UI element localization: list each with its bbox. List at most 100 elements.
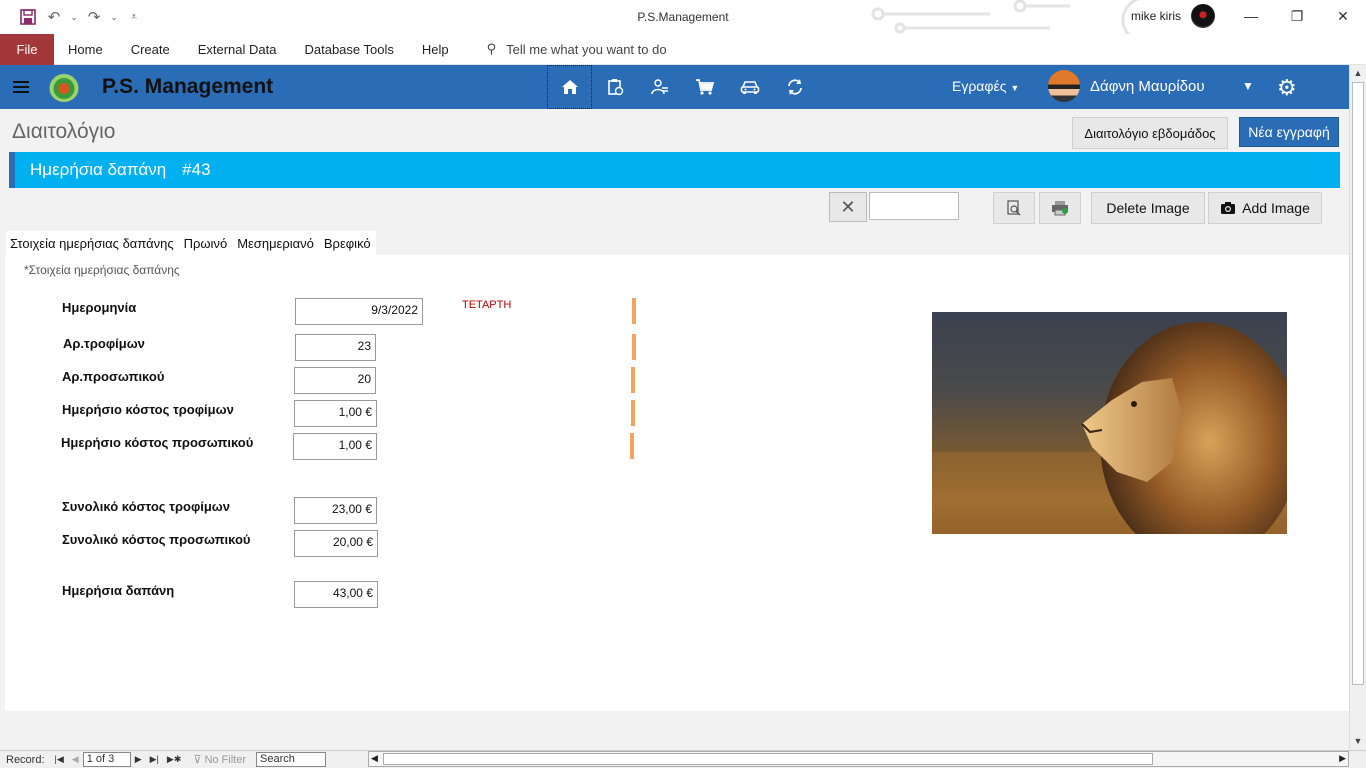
- customize-toolbar-icon[interactable]: ⩡: [124, 7, 144, 27]
- staff-count-field[interactable]: 20: [294, 367, 376, 394]
- next-record-icon[interactable]: ▶: [135, 754, 142, 765]
- children-count-field[interactable]: 23: [295, 334, 376, 361]
- daily-expense-field[interactable]: 43,00 €: [294, 581, 378, 608]
- undo-icon[interactable]: ↶: [44, 7, 64, 27]
- tab-database-tools[interactable]: Database Tools: [290, 42, 407, 57]
- cart-icon[interactable]: [682, 65, 727, 109]
- date-label: Ημερομηνία: [62, 300, 137, 315]
- section-title: *Στοιχεία ημερήσιας δαπάνης: [24, 263, 180, 277]
- total-staff-cost-field[interactable]: 20,00 €: [294, 530, 378, 557]
- printer-icon: [1052, 201, 1068, 216]
- app-header: P.S. Management Εγραφές ▼ Δάφνη Μαυρίδου…: [0, 65, 1349, 109]
- tab-lunch[interactable]: Μεσημεριανό: [232, 236, 319, 251]
- undo-dropdown-icon[interactable]: ⌄: [70, 7, 78, 27]
- total-children-cost-field[interactable]: 23,00 €: [294, 497, 377, 524]
- banner-title: Ημερήσια δαπάνη: [30, 160, 167, 179]
- last-record-icon[interactable]: ▶|: [150, 754, 159, 765]
- banner-record-id: #43: [182, 160, 211, 179]
- scroll-left-icon[interactable]: ◀: [371, 753, 378, 764]
- daily-staff-cost-label: Ημερήσιο κόστος προσωπικού: [61, 435, 254, 450]
- save-icon[interactable]: [18, 7, 38, 27]
- horizontal-scrollbar-thumb[interactable]: [383, 753, 1153, 765]
- nav-icons: [547, 65, 817, 109]
- title-bar: ↶ ⌄ ↷ ⌄ ⩡ P.S.Management mike kiris — ❐ …: [0, 0, 1366, 34]
- record-position-field[interactable]: 1 of 3: [82, 752, 131, 767]
- search-input[interactable]: [869, 192, 959, 220]
- user-name: Δάφνη Μαυρίδου: [1090, 77, 1205, 95]
- preview-button[interactable]: [993, 192, 1035, 224]
- circuit-decoration-icon: [871, 0, 1150, 34]
- scroll-up-icon[interactable]: ▲: [1350, 65, 1366, 82]
- scroll-right-icon[interactable]: ▶: [1339, 753, 1346, 764]
- clipboard-check-icon[interactable]: [592, 65, 637, 109]
- divider-bar: [630, 433, 634, 459]
- divider-bar: [631, 400, 635, 426]
- tab-daily-expense-details[interactable]: Στοιχεία ημερήσιας δαπάνης: [6, 236, 179, 251]
- day-name: ΤΕΤΑΡΤΗ: [462, 299, 512, 311]
- user-list-icon[interactable]: [637, 65, 682, 109]
- scroll-down-icon[interactable]: ▼: [1350, 733, 1366, 750]
- tab-external-data[interactable]: External Data: [184, 42, 291, 57]
- camera-icon: [1221, 202, 1236, 214]
- filter-icon[interactable]: ⊽: [193, 753, 201, 766]
- document-search-icon: [1007, 200, 1021, 216]
- gear-icon[interactable]: ⚙: [1277, 75, 1297, 101]
- vertical-scrollbar[interactable]: ▲ ▼: [1349, 65, 1366, 750]
- add-image-button[interactable]: Add Image: [1208, 192, 1322, 224]
- tab-help[interactable]: Help: [408, 42, 463, 57]
- divider-bar: [631, 367, 635, 393]
- home-icon[interactable]: [547, 65, 592, 109]
- user-profile[interactable]: Δάφνη Μαυρίδου: [1048, 70, 1205, 102]
- car-icon[interactable]: [727, 65, 772, 109]
- clear-search-button[interactable]: ✕: [829, 192, 867, 222]
- new-record-button[interactable]: Νέα εγγραφή: [1239, 117, 1339, 147]
- redo-dropdown-icon[interactable]: ⌄: [110, 7, 118, 27]
- refresh-icon[interactable]: [772, 65, 817, 109]
- first-record-icon[interactable]: |◀: [55, 754, 64, 765]
- tab-breakfast[interactable]: Πρωινό: [179, 236, 233, 251]
- user-menu-caret-icon[interactable]: ▼: [1242, 79, 1254, 93]
- print-button[interactable]: [1039, 192, 1081, 224]
- restore-icon[interactable]: ❐: [1274, 0, 1320, 32]
- daily-children-cost-field[interactable]: 1,00 €: [294, 400, 377, 427]
- records-menu-label: Εγραφές: [952, 78, 1007, 94]
- close-icon: ✕: [840, 196, 856, 217]
- minimize-icon[interactable]: —: [1228, 0, 1274, 32]
- add-image-label: Add Image: [1242, 200, 1310, 216]
- account-area[interactable]: mike kiris: [1131, 4, 1215, 28]
- no-filter-label[interactable]: No Filter: [204, 754, 246, 766]
- tab-home[interactable]: Home: [54, 42, 117, 57]
- ribbon: File Home Create External Data Database …: [0, 33, 1366, 65]
- delete-image-button[interactable]: Delete Image: [1091, 192, 1205, 224]
- records-menu[interactable]: Εγραφές ▼: [952, 78, 1019, 94]
- total-children-cost-label: Συνολικό κόστος τροφίμων: [62, 499, 231, 514]
- hamburger-menu-icon[interactable]: [13, 78, 29, 96]
- form-tabs: Στοιχεία ημερήσιας δαπάνης Πρωινό Μεσημε…: [6, 231, 376, 255]
- children-count-label: Αρ.τροφίμων: [63, 336, 145, 351]
- tab-baby[interactable]: Βρεφικό: [319, 236, 376, 251]
- record-search-input[interactable]: Search: [256, 752, 326, 767]
- tab-create[interactable]: Create: [117, 42, 184, 57]
- tab-file[interactable]: File: [0, 33, 54, 65]
- date-field[interactable]: 9/3/2022: [295, 298, 423, 325]
- app-logo-icon: [49, 72, 79, 102]
- close-icon[interactable]: ✕: [1320, 0, 1366, 32]
- tell-me-text: Tell me what you want to do: [506, 41, 667, 57]
- daily-children-cost-label: Ημερήσιο κόστος τροφίμων: [62, 402, 234, 417]
- previous-record-icon[interactable]: ◀: [72, 754, 79, 765]
- total-staff-cost-label: Συνολικό κόστος προσωπικού: [62, 532, 251, 547]
- lightbulb-search-icon: ⚲: [486, 41, 497, 56]
- app-name: P.S. Management: [102, 75, 274, 98]
- horizontal-scrollbar[interactable]: ◀ ▶: [368, 751, 1349, 767]
- redo-icon[interactable]: ↷: [84, 7, 104, 27]
- scrollbar-thumb[interactable]: [1352, 82, 1364, 685]
- weekly-diet-button[interactable]: Διαιτολόγιο εβδομάδος: [1072, 117, 1228, 149]
- tell-me-box[interactable]: ⚲ Tell me what you want to do: [487, 41, 667, 57]
- staff-count-label: Αρ.προσωπικού: [62, 369, 165, 384]
- record-banner: Ημερήσια δαπάνη #43: [9, 152, 1340, 188]
- caret-down-icon: ▼: [1010, 83, 1020, 93]
- daily-staff-cost-field[interactable]: 1,00 €: [293, 433, 377, 460]
- daily-expense-label: Ημερήσια δαπάνη: [62, 583, 175, 598]
- new-record-icon[interactable]: ▶✱: [167, 754, 181, 765]
- account-avatar[interactable]: [1191, 4, 1215, 28]
